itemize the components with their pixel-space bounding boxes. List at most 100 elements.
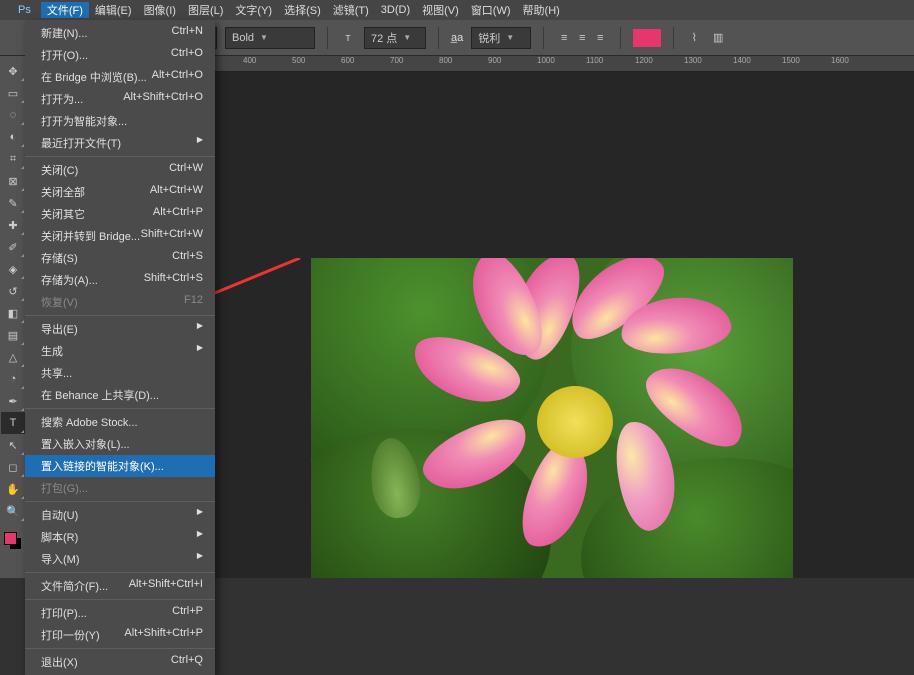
menu-filter[interactable]: 滤镜(T): [327, 2, 375, 18]
file-menu-item[interactable]: 置入嵌入对象(L)...: [25, 433, 215, 455]
font-style-value: Bold: [232, 32, 254, 44]
anti-alias-dropdown[interactable]: 锐利 ▼: [471, 27, 531, 49]
file-menu-item[interactable]: 共享...: [25, 362, 215, 384]
tool-lasso[interactable]: ◌: [1, 104, 25, 126]
align-right-button[interactable]: ≡: [592, 30, 608, 46]
file-menu-item[interactable]: 存储(S)Ctrl+S: [25, 247, 215, 269]
menu-label: 生成: [41, 343, 63, 359]
tool-blur[interactable]: △: [1, 346, 25, 368]
file-menu-item[interactable]: 关闭全部Alt+Ctrl+W: [25, 181, 215, 203]
menu-shortcut: Alt+Ctrl+O: [152, 69, 203, 85]
tool-shape[interactable]: ◻: [1, 456, 25, 478]
tool-quick-select[interactable]: ◐: [1, 126, 25, 148]
file-menu-item[interactable]: 最近打开文件(T)▶: [25, 132, 215, 154]
ruler-tick: 400: [243, 56, 256, 65]
align-center-button[interactable]: ≡: [574, 30, 590, 46]
tools-panel: ✥▭ ◌ ◐⌗ ⊠ ✎ ✚ ✐◈↺◧▤△◔ ✒ T↖ ◻ ✋ 🔍: [0, 56, 27, 578]
file-menu-item[interactable]: 自动(U)▶: [25, 504, 215, 526]
file-menu-item[interactable]: 退出(X)Ctrl+Q: [25, 651, 215, 673]
menu-separator: [25, 408, 215, 409]
color-swatches[interactable]: [2, 530, 24, 552]
file-menu-item[interactable]: 关闭并转到 Bridge...Shift+Ctrl+W: [25, 225, 215, 247]
file-menu-item[interactable]: 导出(E)▶: [25, 318, 215, 340]
file-menu-item[interactable]: 打印一份(Y)Alt+Shift+Ctrl+P: [25, 624, 215, 646]
ruler-tick: 1000: [537, 56, 555, 65]
font-style-dropdown[interactable]: Bold ▼: [225, 27, 315, 49]
tool-path-select[interactable]: ↖: [1, 434, 25, 456]
eyedropper-icon: ✎: [8, 197, 17, 210]
file-menu-item[interactable]: 生成▶: [25, 340, 215, 362]
menu-label: 恢复(V): [41, 294, 78, 310]
file-menu-item[interactable]: 存储为(A)...Shift+Ctrl+S: [25, 269, 215, 291]
menu-view[interactable]: 视图(V): [416, 2, 465, 18]
tool-crop[interactable]: ⌗: [1, 148, 25, 170]
menu-label: 存储为(A)...: [41, 272, 98, 288]
tool-type[interactable]: T: [1, 412, 25, 434]
ruler-tick: 900: [488, 56, 501, 65]
font-size-dropdown[interactable]: 72 点 ▼: [364, 27, 426, 49]
menu-file[interactable]: 文件(F): [41, 2, 89, 18]
tool-pen[interactable]: ✒: [1, 390, 25, 412]
file-menu-item[interactable]: 脚本(R)▶: [25, 526, 215, 548]
tool-clone[interactable]: ◈: [1, 258, 25, 280]
menu-type[interactable]: 文字(Y): [229, 2, 278, 18]
file-menu-item[interactable]: 打开为智能对象...: [25, 110, 215, 132]
ruler-tick: 600: [341, 56, 354, 65]
tool-healing[interactable]: ✚: [1, 214, 25, 236]
pen-icon: ✒: [8, 395, 17, 408]
align-left-button[interactable]: ≡: [556, 30, 572, 46]
healing-icon: ✚: [8, 219, 17, 232]
menu-separator: [25, 572, 215, 573]
ruler-tick: 1300: [684, 56, 702, 65]
frame-icon: ⊠: [8, 175, 17, 188]
file-menu-item[interactable]: 在 Bridge 中浏览(B)...Alt+Ctrl+O: [25, 66, 215, 88]
file-menu-item[interactable]: 关闭其它Alt+Ctrl+P: [25, 203, 215, 225]
menu-layer[interactable]: 图层(L): [182, 2, 229, 18]
character-panel-button[interactable]: ▥: [710, 30, 726, 46]
file-menu-item[interactable]: 打印(P)...Ctrl+P: [25, 602, 215, 624]
menu-label: 导入(M): [41, 551, 80, 567]
file-menu-item[interactable]: 在 Behance 上共享(D)...: [25, 384, 215, 406]
font-size-value: 72 点: [371, 30, 397, 46]
tool-brush[interactable]: ✐: [1, 236, 25, 258]
zoom-icon: 🔍: [6, 505, 20, 518]
file-menu-item[interactable]: 打包(G)...: [25, 477, 215, 499]
tool-zoom[interactable]: 🔍: [1, 500, 25, 522]
menu-help[interactable]: 帮助(H): [517, 2, 566, 18]
chevron-down-icon: ▼: [403, 33, 411, 42]
file-menu-item[interactable]: 关闭(C)Ctrl+W: [25, 159, 215, 181]
file-menu-item[interactable]: 搜索 Adobe Stock...: [25, 411, 215, 433]
app-home-icon[interactable]: Ps: [18, 4, 41, 16]
menu-label: 打开(O)...: [41, 47, 88, 63]
file-menu-item[interactable]: 导入(M)▶: [25, 548, 215, 570]
file-menu-item[interactable]: 打开为...Alt+Shift+Ctrl+O: [25, 88, 215, 110]
text-color-swatch[interactable]: [633, 29, 661, 47]
ruler-tick: 1400: [733, 56, 751, 65]
file-menu-item[interactable]: 恢复(V)F12: [25, 291, 215, 313]
tool-move[interactable]: ✥: [1, 60, 25, 82]
warp-text-button[interactable]: ⌇: [686, 30, 702, 46]
menu-label: 搜索 Adobe Stock...: [41, 414, 138, 430]
menu-window[interactable]: 窗口(W): [465, 2, 517, 18]
tool-dodge[interactable]: ◔: [1, 368, 25, 390]
tool-eraser[interactable]: ◧: [1, 302, 25, 324]
lasso-icon: ◌: [10, 109, 17, 121]
tool-frame[interactable]: ⊠: [1, 170, 25, 192]
menu-3d[interactable]: 3D(D): [375, 4, 416, 16]
anti-alias-label: a̲a: [451, 32, 463, 44]
shape-icon: ◻: [8, 461, 17, 474]
file-menu-item[interactable]: 文件简介(F)...Alt+Shift+Ctrl+I: [25, 575, 215, 597]
menu-image[interactable]: 图像(I): [138, 2, 182, 18]
tool-eyedropper[interactable]: ✎: [1, 192, 25, 214]
menu-edit[interactable]: 编辑(E): [89, 2, 138, 18]
file-menu-item[interactable]: 新建(N)...Ctrl+N: [25, 22, 215, 44]
tool-history-brush[interactable]: ↺: [1, 280, 25, 302]
tool-marquee[interactable]: ▭: [1, 82, 25, 104]
ruler-tick: 700: [390, 56, 403, 65]
file-menu-item[interactable]: 打开(O)...Ctrl+O: [25, 44, 215, 66]
tool-hand[interactable]: ✋: [1, 478, 25, 500]
tool-gradient[interactable]: ▤: [1, 324, 25, 346]
file-menu-item[interactable]: 置入链接的智能对象(K)...: [25, 455, 215, 477]
menu-select[interactable]: 选择(S): [278, 2, 327, 18]
menu-label: 关闭全部: [41, 184, 85, 200]
